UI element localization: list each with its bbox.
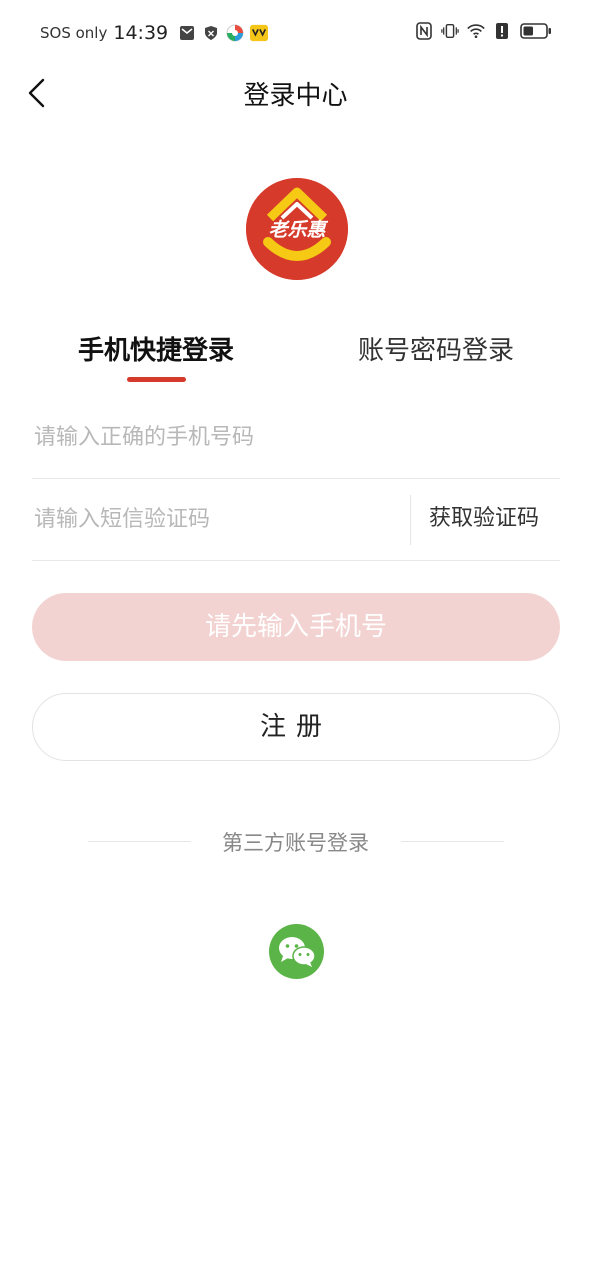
tab-sms-login[interactable]: 手机快捷登录 (78, 330, 234, 367)
phone-field-row (32, 397, 560, 479)
wifi-icon (467, 22, 485, 40)
vibrate-icon (441, 22, 459, 40)
phone-input[interactable] (32, 397, 560, 477)
sms-code-field-row: 获取验证码 (32, 479, 560, 561)
nfc-icon (415, 22, 433, 40)
shield-notification-icon (202, 24, 220, 42)
message-notification-icon (178, 24, 196, 42)
wechat-login-button[interactable] (269, 924, 324, 979)
login-button[interactable]: 请先输入手机号 (32, 593, 560, 661)
clock: 14:39 (113, 22, 169, 44)
page-title: 登录中心 (243, 81, 348, 111)
status-bar: SOS only 14:39 (0, 0, 591, 66)
divider-line-right (401, 841, 504, 842)
active-tab-indicator (127, 377, 186, 382)
wechat-icon (278, 936, 316, 967)
nav-bar: 登录中心 (0, 66, 591, 120)
get-code-button[interactable]: 获取验证码 (429, 479, 539, 559)
alert-icon (493, 22, 511, 40)
battery-icon (519, 22, 553, 40)
sms-code-input[interactable] (32, 479, 402, 559)
status-bar-left: SOS only 14:39 (40, 22, 269, 44)
third-party-login-title: 第三方账号登录 (222, 831, 369, 855)
app-notification-icon (226, 24, 244, 42)
register-button[interactable]: 注册 (32, 693, 560, 761)
tab-password-login[interactable]: 账号密码登录 (358, 330, 514, 367)
game-notification-icon (250, 24, 269, 42)
carrier-text: SOS only (40, 24, 108, 42)
logo-text: 老乐惠 (268, 219, 328, 241)
status-bar-right (415, 22, 553, 40)
field-divider (410, 495, 411, 545)
app-logo: 老乐惠 (246, 178, 348, 280)
